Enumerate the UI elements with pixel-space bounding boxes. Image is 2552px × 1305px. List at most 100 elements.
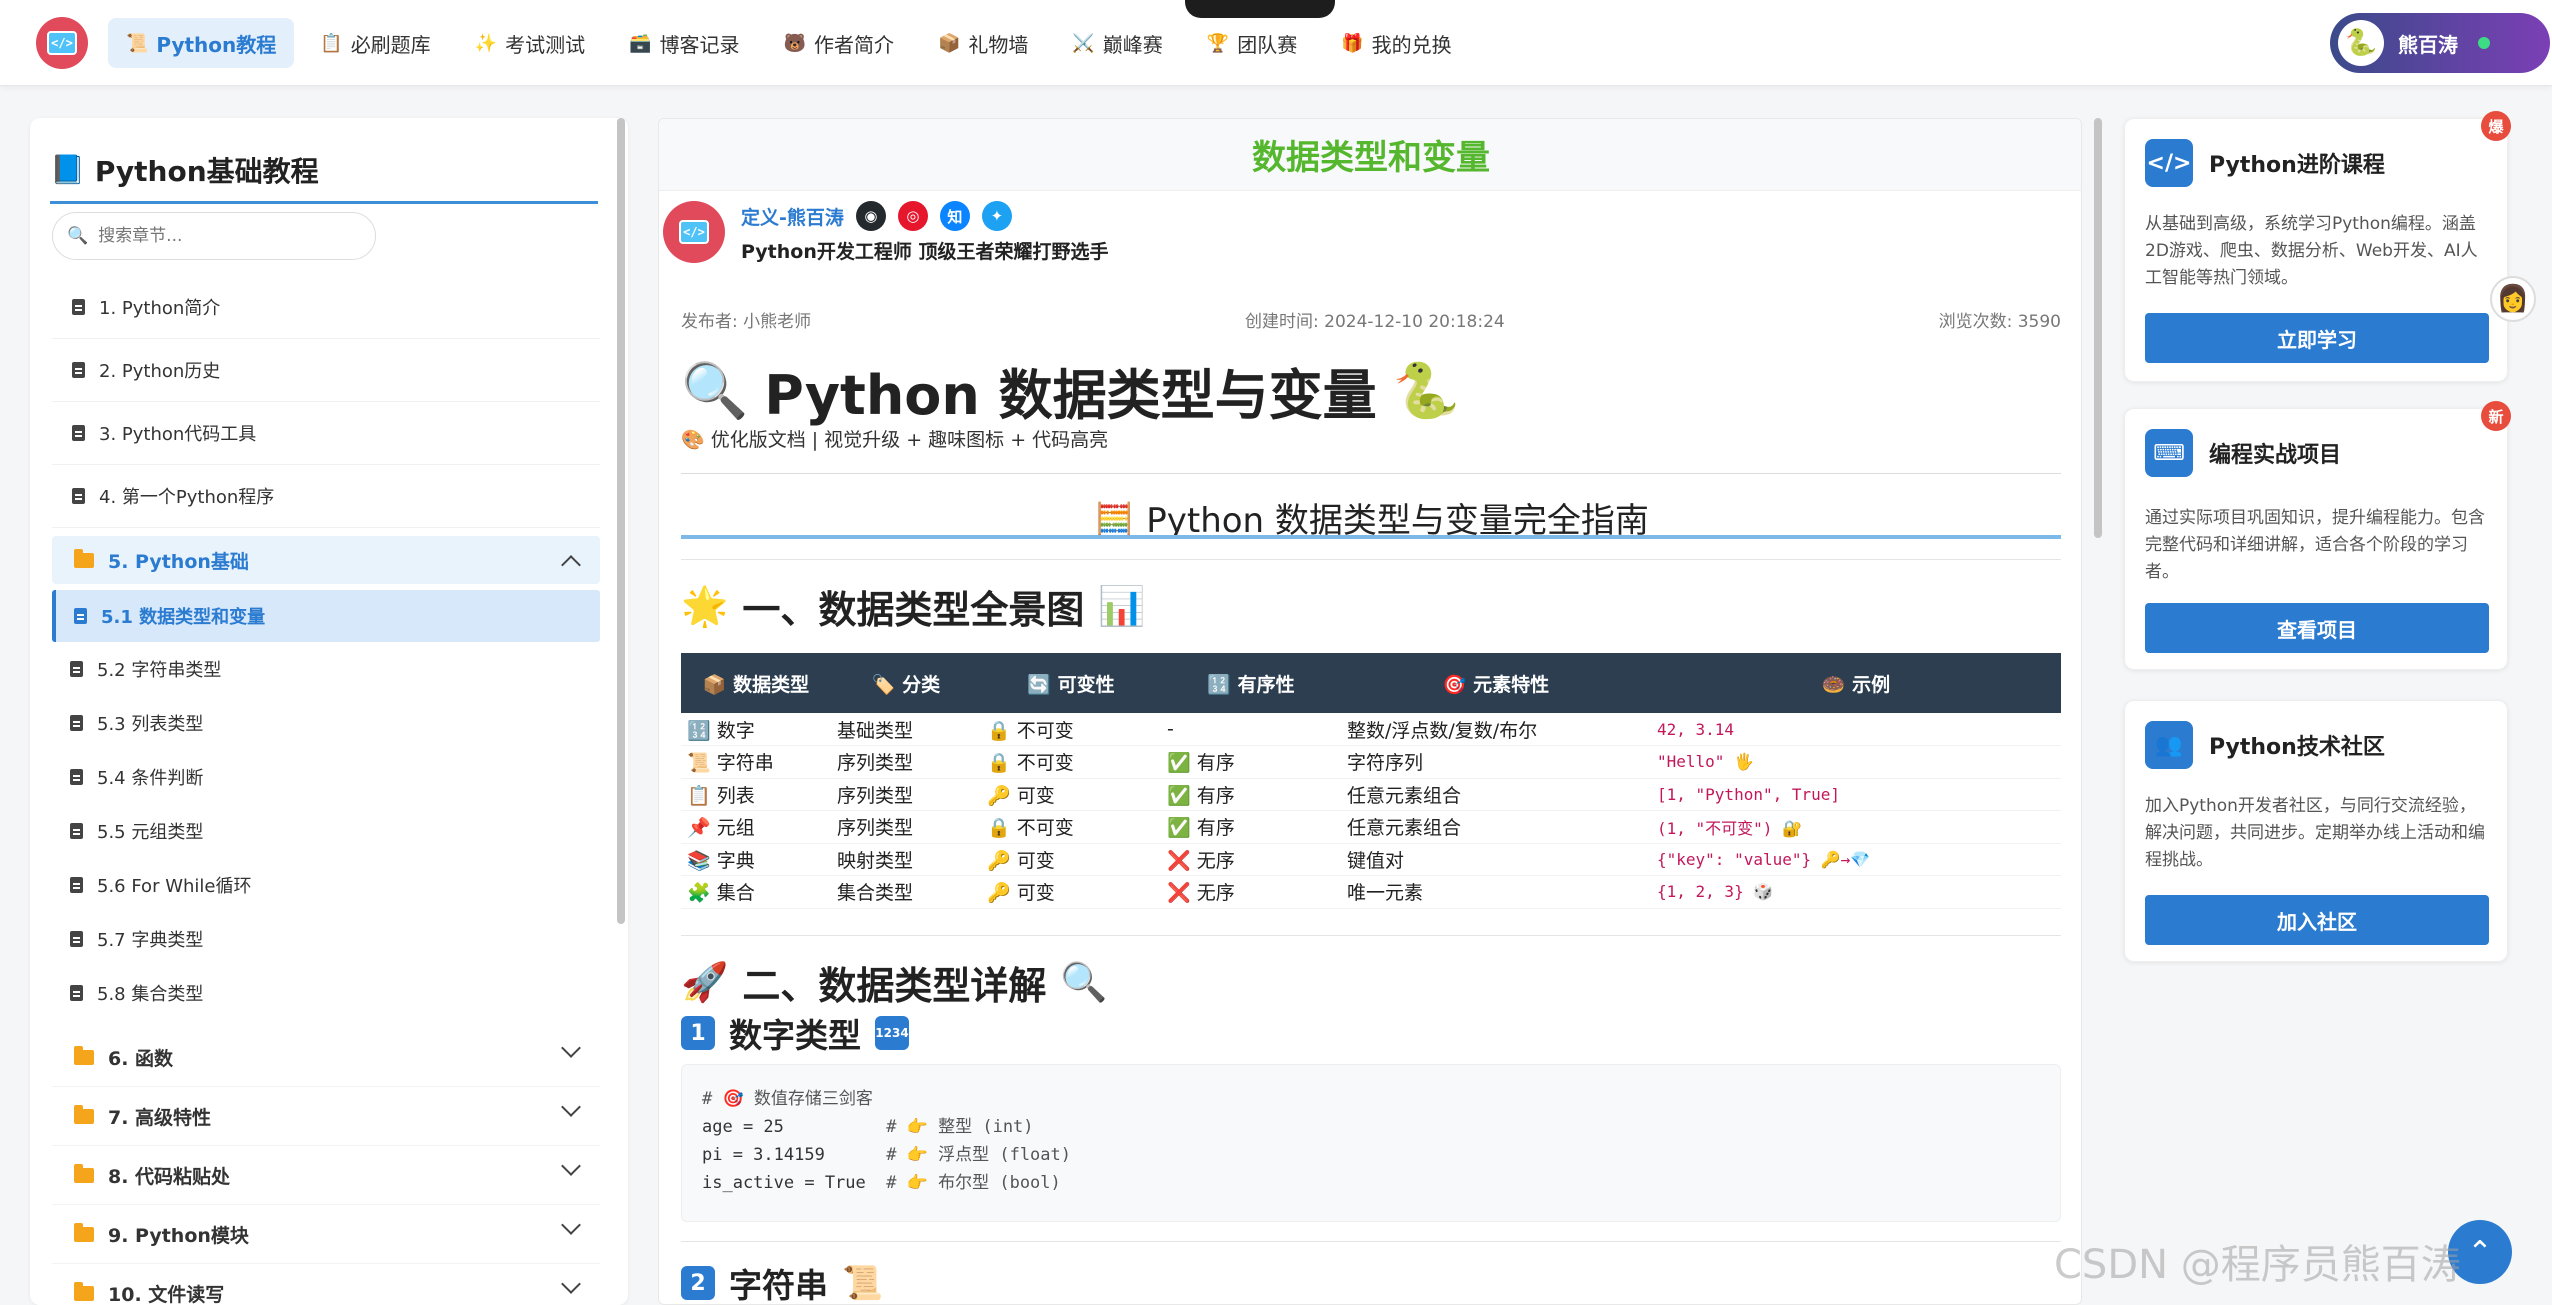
sub-item-active[interactable]: 5.1 数据类型和变量 xyxy=(52,590,600,642)
column-header: 🎯 元素特性 xyxy=(1341,653,1651,713)
section-python-basics[interactable]: 5. Python基础 xyxy=(52,536,600,584)
nav-item-author[interactable]: 🐻 作者简介 xyxy=(766,18,912,68)
document-icon xyxy=(70,877,83,893)
document-icon xyxy=(70,985,83,1001)
chevron-up-icon[interactable] xyxy=(561,555,581,575)
sub-item[interactable]: 5.4 条件判断 xyxy=(52,750,600,804)
section-collapsed[interactable]: 7. 高级特性 xyxy=(52,1087,600,1146)
folder-icon xyxy=(74,1222,94,1242)
nav-item-exam[interactable]: ✨ 考试测试 xyxy=(457,18,603,68)
table-cell: ❌ 无序 xyxy=(1161,843,1341,876)
table-header-row: 📦 数据类型 🏷️ 分类 🔄 可变性 🔢 有序性 🎯 元素特性 🍩 示例 xyxy=(681,653,2061,713)
article-meta: 发布者: 小熊老师 创建时间: 2024-12-10 20:18:24 浏览次数… xyxy=(681,307,2061,332)
article-header: 数据类型和变量 xyxy=(659,119,2081,191)
heading-text: 一、数据类型全景图 xyxy=(742,588,1085,632)
sidebar-scrollbar[interactable] xyxy=(617,118,625,924)
author-avatar[interactable]: </> xyxy=(663,201,725,263)
twitter-icon[interactable]: ✦ xyxy=(981,201,1012,231)
sub-label: 5.1 数据类型和变量 xyxy=(101,607,266,628)
sidebar-title: 📘 Python基础教程 xyxy=(50,138,598,204)
scroll-icon: 📜 xyxy=(842,1263,884,1302)
search-input[interactable] xyxy=(98,226,349,246)
nav-item-blog[interactable]: 🗃️ 博客记录 xyxy=(611,18,757,68)
table-cell: - xyxy=(1161,713,1341,746)
nav-item-team-match[interactable]: 🏆 团队赛 xyxy=(1189,18,1315,68)
chapter-label: 3. Python代码工具 xyxy=(99,424,257,445)
weibo-icon[interactable]: ◎ xyxy=(897,201,928,231)
heading-text: 二、数据类型详解 xyxy=(742,964,1047,1008)
sub-item[interactable]: 5.3 列表类型 xyxy=(52,696,600,750)
sub-heading-strings: 2 字符串 📜 xyxy=(681,1259,884,1304)
user-menu[interactable]: 🐍 熊百涛 xyxy=(2330,13,2550,73)
folder-icon xyxy=(74,1104,94,1124)
new-badge: 新 xyxy=(2481,401,2511,431)
top-navbar: </> 📜 Python教程 📋 必刷题库 ✨ 考试测试 🗃️ 博客记录 🐻 作者简介 📦… xyxy=(0,0,2552,86)
nav-label: 博客记录 xyxy=(659,32,740,57)
magnifier-icon: 🔍 xyxy=(681,358,749,422)
article-subtitle: 🎨 优化版文档 | 视觉升级 + 趣味图标 + 代码高亮 xyxy=(681,429,1109,451)
table-cell: 🔑 可变 xyxy=(981,843,1161,876)
document-icon xyxy=(70,715,83,731)
sub-label: 5.8 集合类型 xyxy=(97,984,204,1005)
sub-heading-numbers: 1 数字类型 1234 xyxy=(681,1009,909,1057)
nav-item-question-bank[interactable]: 📋 必刷题库 xyxy=(302,18,448,68)
sub-label: 5.6 For While循环 xyxy=(97,876,252,897)
table-row: 🔢 数字 基础类型 🔒 不可变 - 整数/浮点数/复数/布尔 42, 3.14 xyxy=(681,713,2061,746)
join-community-button[interactable]: 加入社区 xyxy=(2145,895,2489,945)
assistant-avatar-icon[interactable]: 👩 xyxy=(2490,276,2536,322)
divider xyxy=(681,935,2061,936)
document-icon xyxy=(72,488,85,504)
author-name[interactable]: 定义-熊百涛 xyxy=(741,203,844,230)
nav-label: 我的兑换 xyxy=(1371,32,1452,57)
section-collapsed[interactable]: 6. 函数 xyxy=(52,1028,600,1087)
sub-item[interactable]: 5.8 集合类型 xyxy=(52,966,600,1020)
card-title: Python技术社区 xyxy=(2209,735,2385,760)
chapter-search[interactable]: 🔍 xyxy=(52,212,376,260)
divider xyxy=(681,559,2061,560)
chevron-down-icon[interactable] xyxy=(561,1156,581,1176)
nav-item-peak-match[interactable]: ⚔️ 巅峰赛 xyxy=(1054,18,1180,68)
table-cell: 键值对 xyxy=(1341,843,1651,876)
nav-label: Python教程 xyxy=(156,32,277,57)
column-header: 🍩 示例 xyxy=(1651,653,2061,713)
section-collapsed[interactable]: 10. 文件读写 xyxy=(52,1264,600,1305)
sub-item[interactable]: 5.6 For While循环 xyxy=(52,858,600,912)
article-scrollbar[interactable] xyxy=(2094,118,2102,538)
chevron-down-icon[interactable] xyxy=(561,1274,581,1294)
chapter-item[interactable]: 2. Python历史 xyxy=(52,339,600,402)
users-icon: 👥 xyxy=(2145,721,2193,769)
sub-item[interactable]: 5.5 元组类型 xyxy=(52,804,600,858)
table-cell: 基础类型 xyxy=(831,713,981,746)
nav-label: 团队赛 xyxy=(1237,32,1298,57)
section-collapsed[interactable]: 8. 代码粘贴处 xyxy=(52,1146,600,1205)
learn-now-button[interactable]: 立即学习 xyxy=(2145,313,2489,363)
nav-item-gift-wall[interactable]: 📦 礼物墙 xyxy=(920,18,1046,68)
chevron-down-icon[interactable] xyxy=(561,1038,581,1058)
zhihu-icon[interactable]: 知 xyxy=(939,201,970,231)
document-icon xyxy=(74,608,87,624)
site-logo-icon[interactable]: </> xyxy=(36,17,88,69)
table-cell: 集合类型 xyxy=(831,875,981,909)
scroll-icon: 📜 xyxy=(126,32,149,54)
chapter-item[interactable]: 1. Python简介 xyxy=(52,276,600,339)
code-comment: # 👉 整型 (int) xyxy=(886,1117,1034,1137)
table-row: 📚 字典 映射类型 🔑 可变 ❌ 无序 键值对 {"key": "value"} 🔑→💎 xyxy=(681,843,2061,876)
github-icon[interactable]: ◉ xyxy=(855,201,886,231)
chapter-item[interactable]: 4. 第一个Python程序 xyxy=(52,465,600,528)
document-icon xyxy=(72,299,85,315)
section-collapsed[interactable]: 9. Python模块 xyxy=(52,1205,600,1264)
table-row: 📋 列表 序列类型 🔑 可变 ✅ 有序 任意元素组合 [1, "Python", True… xyxy=(681,778,2061,811)
code-line: age = 25 xyxy=(702,1117,784,1137)
book-icon: 📘 xyxy=(50,153,85,186)
chevron-down-icon[interactable] xyxy=(561,1215,581,1235)
nav-item-python-tutorial[interactable]: 📜 Python教程 xyxy=(108,18,295,68)
view-projects-button[interactable]: 查看项目 xyxy=(2145,603,2489,653)
nav-item-my-redeem[interactable]: 🎁 我的兑换 xyxy=(1323,18,1469,68)
chapter-item[interactable]: 3. Python代码工具 xyxy=(52,402,600,465)
sub-item[interactable]: 5.2 字符串类型 xyxy=(52,642,600,696)
sub-item[interactable]: 5.7 字典类型 xyxy=(52,912,600,966)
folder-icon xyxy=(74,1045,94,1065)
trophy-icon: 🏆 xyxy=(1206,32,1230,54)
chevron-down-icon[interactable] xyxy=(561,1097,581,1117)
folder-icon xyxy=(74,548,94,568)
